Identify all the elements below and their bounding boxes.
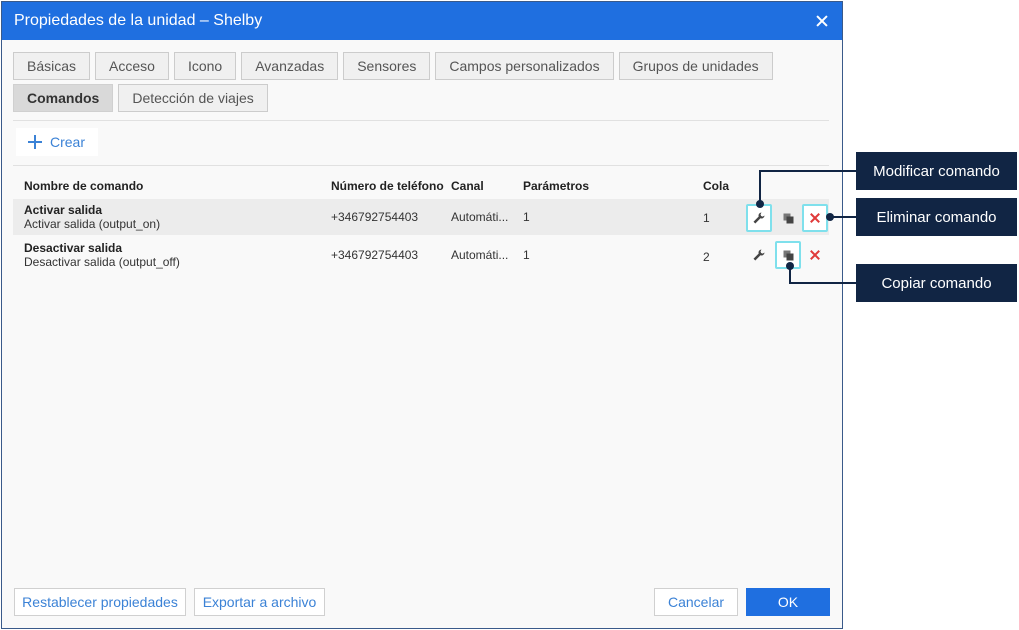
tab-icono[interactable]: Icono [173,52,237,80]
tab-sensores[interactable]: Sensores [343,52,431,80]
dialog-title: Propiedades de la unidad – Shelby [14,12,263,29]
command-queue: 2 [703,250,710,264]
copy-icon [783,250,793,260]
command-title: Activar salida [24,203,103,217]
callout-dot [756,200,764,208]
export-to-file-button[interactable]: Exportar a archivo [194,588,325,616]
tab-comandos[interactable]: Comandos [13,84,114,112]
delete-command-button[interactable] [802,241,828,269]
create-command-button[interactable]: Crear [16,128,98,156]
callout-dot [786,262,794,270]
callout-delete: Eliminar comando [856,198,1017,236]
tab-campos-personalizados[interactable]: Campos personalizados [435,52,614,80]
delete-command-button[interactable] [802,204,828,232]
command-channel: Automáti... [451,248,509,262]
cancel-button[interactable]: Cancelar [654,588,738,616]
command-title: Desactivar salida [24,241,123,255]
tab-avanzadas[interactable]: Avanzadas [241,52,339,80]
tab-grupos-de-unidades[interactable]: Grupos de unidades [618,52,773,80]
tab-bar: Básicas Acceso Icono Avanzadas Sensores … [13,52,833,116]
divider [13,165,829,166]
command-subtitle: Desactivar salida (output_off) [24,255,180,269]
command-channel: Automáti... [451,210,509,224]
tab-deteccion-de-viajes[interactable]: Detección de viajes [118,84,268,112]
reset-properties-button[interactable]: Restablecer propiedades [14,588,186,616]
tab-basicas[interactable]: Básicas [13,52,91,80]
callout-dot [826,213,834,221]
command-params: 1 [523,248,530,262]
ok-button[interactable]: OK [746,588,830,616]
wrench-icon [753,249,765,261]
modify-command-button[interactable] [746,204,772,232]
header-channel: Canal [451,179,484,193]
command-phone: +346792754403 [331,248,419,262]
header-queue: Cola [703,179,730,193]
tab-acceso[interactable]: Acceso [95,52,169,80]
callout-copy: Copiar comando [856,264,1017,302]
modify-command-button[interactable] [746,241,772,269]
close-icon[interactable] [812,11,832,31]
callout-leader [789,282,856,284]
header-params: Parámetros [523,179,590,193]
command-params: 1 [523,210,530,224]
wrench-icon [753,212,765,224]
copy-icon [783,213,793,223]
header-phone: Número de teléfono [331,179,444,193]
command-queue: 1 [703,211,710,225]
header-name: Nombre de comando [24,179,144,193]
callout-leader [759,170,856,172]
divider [13,120,829,121]
callout-modify: Modificar comando [856,152,1017,190]
command-phone: +346792754403 [331,210,419,224]
plus-icon [28,135,42,149]
copy-command-button[interactable] [775,204,801,232]
x-icon [810,250,820,260]
create-label: Crear [50,134,86,150]
dialog-titlebar: Propiedades de la unidad – Shelby [2,2,842,40]
command-subtitle: Activar salida (output_on) [24,217,161,231]
x-icon [810,213,820,223]
